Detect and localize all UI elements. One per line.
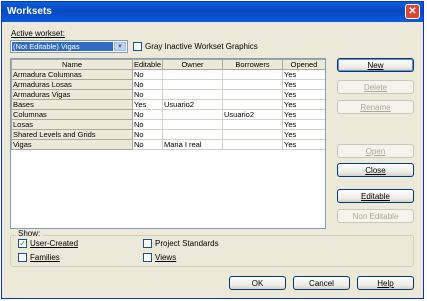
show-legend: Show:: [16, 229, 43, 238]
gray-inactive-checkbox[interactable]: [133, 42, 142, 51]
views-label: Views: [155, 253, 177, 262]
table-row[interactable]: Losas No Yes: [11, 119, 325, 130]
table-row[interactable]: Bases Yes Usuario2 Yes: [11, 99, 325, 110]
close-button-label: Close: [365, 165, 386, 175]
cell-name[interactable]: Columnas: [11, 109, 133, 120]
column-header-name[interactable]: Name: [11, 59, 133, 70]
user-created-label: User-Created: [30, 239, 79, 248]
active-workset-value: (Not Editable) Vigas: [12, 42, 113, 51]
views-checkbox[interactable]: [143, 253, 152, 262]
editable-button[interactable]: Editable: [337, 189, 414, 203]
cell-name[interactable]: Armaduras Losas: [11, 79, 133, 90]
cell-opened[interactable]: Yes: [282, 79, 325, 90]
column-header-opened[interactable]: Opened: [282, 59, 325, 70]
cell-editable[interactable]: No: [132, 139, 163, 150]
cell-borrowers: [222, 119, 283, 130]
column-header-editable[interactable]: Editable: [132, 59, 163, 70]
gray-inactive-label: Gray Inactive Workset Graphics: [145, 42, 258, 51]
cell-borrowers: [222, 89, 283, 100]
new-button-label: New: [367, 60, 384, 70]
checkmark-icon: ✓: [19, 239, 26, 248]
cell-owner: Usuario2: [162, 99, 223, 110]
cell-borrowers: [222, 79, 283, 90]
cell-owner: [162, 69, 223, 80]
delete-button-label: Delete: [363, 82, 388, 92]
table-row[interactable]: Armaduras Losas No Yes: [11, 79, 325, 90]
cell-borrowers: [222, 129, 283, 140]
cell-opened[interactable]: Yes: [282, 99, 325, 110]
table-header-row: Name Editable Owner Borrowers Opened: [11, 59, 325, 70]
non-editable-button[interactable]: Non Editable: [337, 209, 414, 223]
cell-opened[interactable]: Yes: [282, 109, 325, 120]
cell-editable[interactable]: No: [132, 109, 163, 120]
ok-button-label: OK: [251, 278, 264, 288]
worksets-table: Name Editable Owner Borrowers Opened Arm…: [10, 58, 326, 229]
cell-owner: Maria I real: [162, 139, 223, 150]
rename-button-label: Rename: [360, 102, 391, 112]
editable-button-label: Editable: [361, 191, 390, 201]
cell-owner: [162, 119, 223, 130]
close-icon: ✕: [408, 5, 417, 17]
cell-name[interactable]: Armaduras Vigas: [11, 89, 133, 100]
cell-opened[interactable]: Yes: [282, 69, 325, 80]
cell-name[interactable]: Losas: [11, 119, 133, 130]
cell-editable[interactable]: No: [132, 79, 163, 90]
new-button[interactable]: New: [337, 58, 414, 72]
cell-editable[interactable]: No: [132, 69, 163, 80]
cell-name[interactable]: Armadura Columnas: [11, 69, 133, 80]
non-editable-button-label: Non Editable: [352, 211, 399, 221]
cell-name[interactable]: Vigas: [11, 139, 133, 150]
cell-editable[interactable]: Yes: [132, 99, 163, 110]
cell-name[interactable]: Bases: [11, 99, 133, 110]
title-bar: Worksets ✕: [2, 2, 423, 22]
active-workset-label: Active workset:: [11, 29, 65, 38]
cell-opened[interactable]: Yes: [282, 129, 325, 140]
families-checkbox[interactable]: [18, 253, 27, 262]
close-window-button[interactable]: ✕: [405, 4, 420, 19]
dialog-title: Worksets: [7, 6, 52, 17]
cell-borrowers: [222, 99, 283, 110]
column-header-owner[interactable]: Owner: [162, 59, 223, 70]
cell-editable[interactable]: No: [132, 119, 163, 130]
cell-editable[interactable]: No: [132, 89, 163, 100]
table-row[interactable]: Vigas No Maria I real Yes: [11, 139, 325, 150]
ok-button[interactable]: OK: [229, 276, 286, 290]
cancel-button[interactable]: Cancel: [293, 276, 350, 290]
cell-owner: [162, 79, 223, 90]
help-button-label: Help: [377, 278, 394, 288]
delete-button[interactable]: Delete: [337, 80, 414, 94]
table-row[interactable]: Columnas No Usuario2 Yes: [11, 109, 325, 120]
user-created-checkbox[interactable]: ✓: [18, 239, 27, 248]
cell-borrowers: [222, 139, 283, 150]
cancel-button-label: Cancel: [309, 278, 334, 288]
close-button[interactable]: Close: [337, 163, 414, 177]
cell-name[interactable]: Shared Levels and Grids: [11, 129, 133, 140]
table-row[interactable]: Armaduras Vigas No Yes: [11, 89, 325, 100]
cell-opened[interactable]: Yes: [282, 139, 325, 150]
project-standards-label: Project Standards: [155, 239, 219, 248]
table-row[interactable]: Shared Levels and Grids No Yes: [11, 129, 325, 140]
cell-owner: [162, 89, 223, 100]
cell-borrowers: Usuario2: [222, 109, 283, 120]
open-button-label: Open: [365, 146, 386, 156]
cell-owner: [162, 129, 223, 140]
active-workset-dropdown[interactable]: (Not Editable) Vigas ▼: [10, 40, 128, 53]
help-button[interactable]: Help: [357, 276, 414, 290]
open-button[interactable]: Open: [337, 144, 414, 158]
cell-opened[interactable]: Yes: [282, 89, 325, 100]
chevron-down-icon[interactable]: ▼: [114, 42, 126, 51]
cell-opened[interactable]: Yes: [282, 119, 325, 130]
rename-button[interactable]: Rename: [337, 100, 414, 114]
table-row[interactable]: Armadura Columnas No Yes: [11, 69, 325, 80]
project-standards-checkbox[interactable]: [143, 239, 152, 248]
column-header-borrowers[interactable]: Borrowers: [222, 59, 283, 70]
cell-editable[interactable]: No: [132, 129, 163, 140]
cell-borrowers: [222, 69, 283, 80]
families-label: Families: [30, 253, 60, 262]
cell-owner: [162, 109, 223, 120]
